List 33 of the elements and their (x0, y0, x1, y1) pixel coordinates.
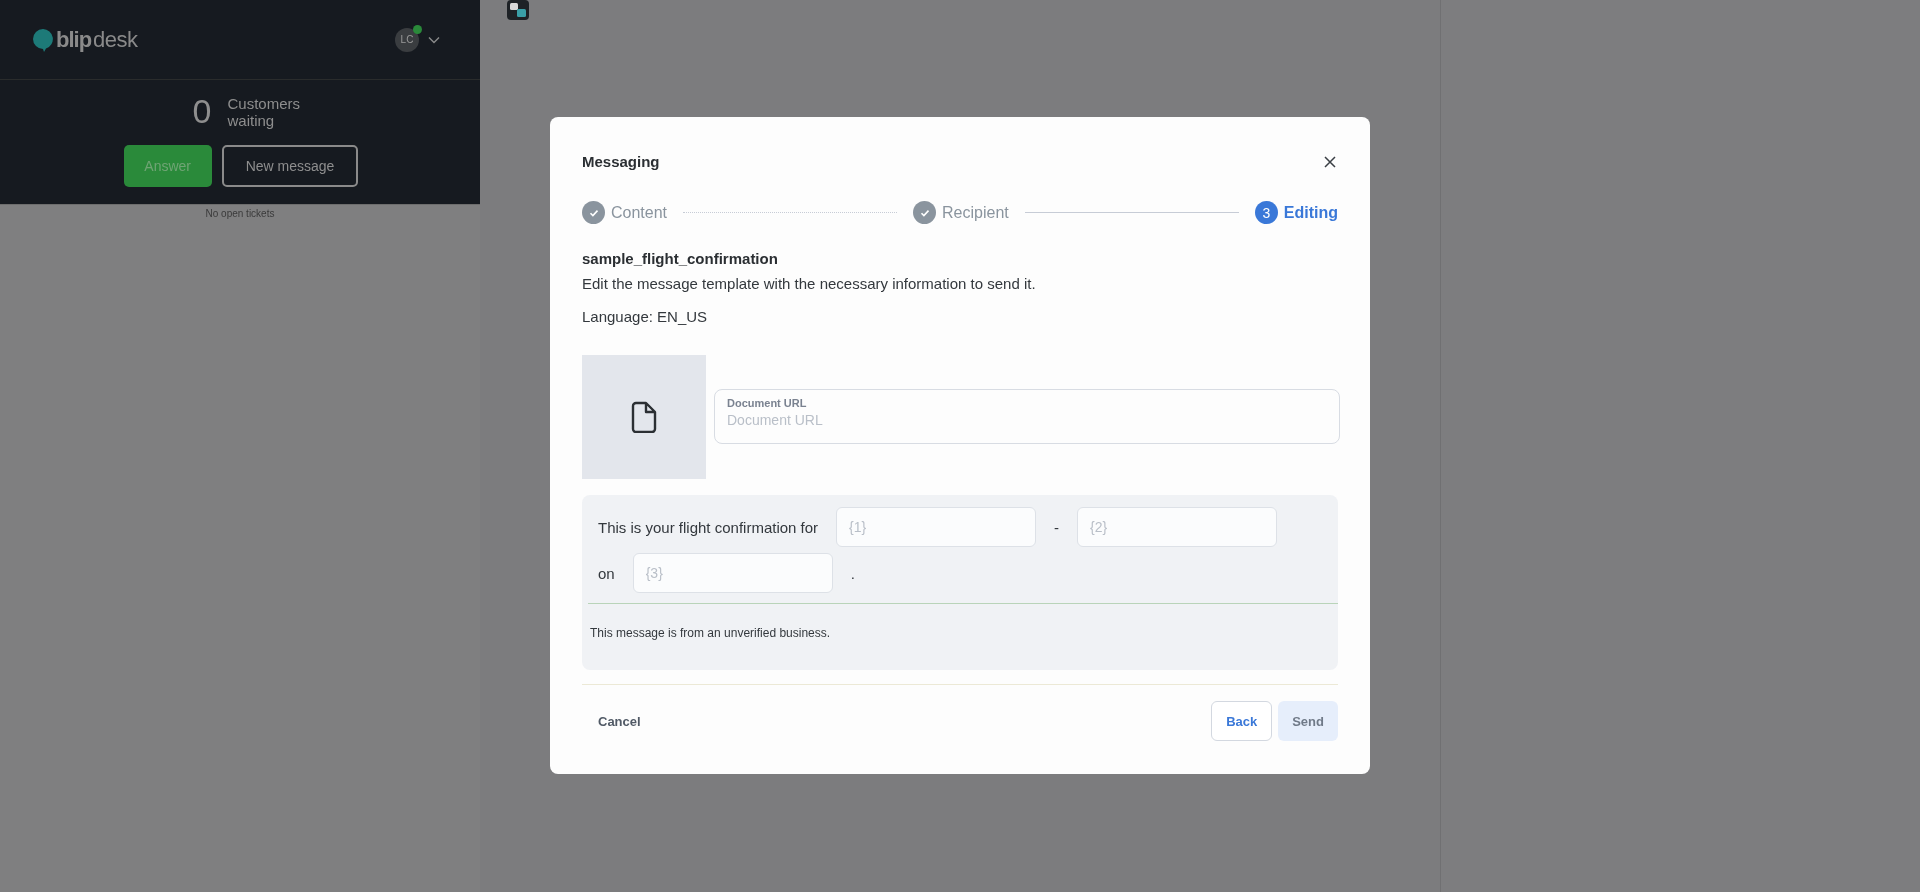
unverified-business-note: This message is from an unverified business. (589, 625, 832, 640)
field-label: Document URL (727, 397, 808, 409)
variable-input-field[interactable]: {2} (1077, 507, 1278, 547)
template-text: . (850, 564, 855, 582)
url-input[interactable]: Document URL (727, 412, 1327, 428)
step-label: Recipient (942, 203, 1009, 222)
dialog-title: Messaging (582, 153, 660, 170)
user-avatar[interactable]: LC (395, 27, 419, 52)
back-button[interactable]: Back (1211, 701, 1273, 741)
document-icon (631, 401, 657, 433)
template-text: This is your flight confirmation for (598, 518, 819, 536)
template-text: - (1054, 518, 1060, 536)
speech-bubble-icon (32, 27, 54, 52)
document-url-field[interactable]: Document URL Document URL (714, 389, 1340, 444)
cancel-button[interactable]: Cancel (582, 705, 657, 737)
close-button[interactable] (1322, 153, 1338, 170)
step-number: 3 (1254, 201, 1278, 224)
variable-input-field[interactable]: {3} (632, 553, 833, 593)
chevron-down-icon[interactable] (428, 35, 440, 44)
template-description: Edit the message template with the necessary information to send it. (582, 275, 1037, 292)
waiting-count: 0 (192, 92, 212, 131)
variable-input-field[interactable]: {1} (836, 507, 1037, 547)
step-label: Editing (1283, 203, 1338, 222)
template-name: sample_flight_confirmation (582, 250, 779, 267)
template-text: on (598, 564, 615, 582)
template-language: Language: EN_US (582, 308, 709, 325)
waiting-label: Customers waiting (227, 94, 301, 129)
logo-product: desk (93, 26, 138, 53)
empty-tickets-text: No open tickets (0, 204, 480, 219)
new-message-button[interactable]: New message (221, 145, 359, 187)
logo-brand: blip (56, 26, 92, 53)
app-icon[interactable] (507, 0, 529, 20)
step-label: Content (611, 203, 668, 222)
